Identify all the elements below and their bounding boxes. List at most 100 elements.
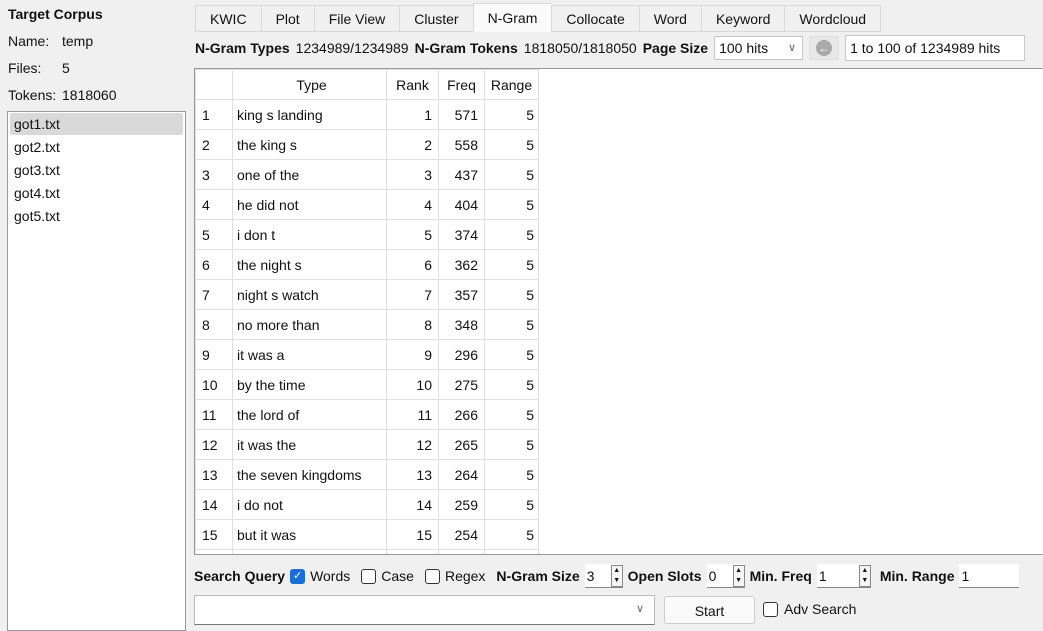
min-range-label: Min. Range: [879, 568, 955, 584]
row-index: 5: [195, 219, 233, 250]
freq-cell: 266: [438, 399, 485, 430]
file-item[interactable]: got1.txt: [10, 113, 183, 135]
search-options-bar: Search Query ✓ Words Case Regex N-Gram S…: [194, 564, 1020, 588]
type-cell: no more than: [232, 309, 387, 340]
rank-cell: 14: [386, 489, 439, 520]
type-cell: king s landing: [232, 99, 387, 130]
spinner-arrows-icon[interactable]: ▲ ▼: [610, 565, 623, 587]
row-index: 9: [195, 339, 233, 370]
freq-cell: 348: [438, 309, 485, 340]
range-cell: 5: [484, 219, 539, 250]
table-row[interactable]: 13 the seven kingdoms 13 264 5: [195, 459, 539, 490]
table-row[interactable]: 7 night s watch 7 357 5: [195, 279, 539, 310]
rank-cell: 5: [386, 219, 439, 250]
ngram-size-label: N-Gram Size: [496, 568, 580, 584]
range-cell: 5: [484, 519, 539, 550]
header-freq[interactable]: Freq: [438, 69, 485, 100]
row-index: 15: [195, 519, 233, 550]
file-list[interactable]: got1.txt got2.txt got3.txt got4.txt got5…: [7, 111, 186, 631]
min-freq-spinner[interactable]: 1 ▲ ▼: [816, 564, 871, 588]
case-checkbox[interactable]: [361, 568, 377, 584]
search-query-input[interactable]: ∨: [194, 595, 655, 625]
tab-file-view[interactable]: File View: [313, 5, 400, 32]
row-index: 8: [195, 309, 233, 340]
freq-cell: 275: [438, 369, 485, 400]
freq-cell: 437: [438, 159, 485, 190]
table-row[interactable]: 10 by the time 10 275 5: [195, 369, 539, 400]
range-cell: 5: [484, 249, 539, 280]
row-index: 12: [195, 429, 233, 460]
header-range[interactable]: Range: [484, 69, 539, 100]
table-row[interactable]: 15 but it was 15 254 5: [195, 519, 539, 550]
spinner-arrows-icon[interactable]: ▲ ▼: [732, 565, 745, 587]
file-item[interactable]: got4.txt: [10, 182, 183, 204]
table-row[interactable]: 3 one of the 3 437 5: [195, 159, 539, 190]
tab-kwic[interactable]: KWIC: [195, 5, 261, 32]
file-item[interactable]: got2.txt: [10, 136, 183, 158]
range-cell: 5: [484, 339, 539, 370]
tab-collocate[interactable]: Collocate: [551, 5, 639, 32]
table-row[interactable]: 1 king s landing 1 571 5: [195, 99, 539, 130]
table-row[interactable]: 4 he did not 4 404 5: [195, 189, 539, 220]
rank-cell: 10: [386, 369, 439, 400]
arrow-left-icon: ←: [816, 40, 833, 56]
file-item[interactable]: got3.txt: [10, 159, 183, 181]
page-size-label: Page Size: [642, 40, 709, 56]
type-cell: i don t: [232, 219, 387, 250]
empty-cell: [232, 549, 387, 554]
row-index: 1: [195, 99, 233, 130]
row-index: 14: [195, 489, 233, 520]
freq-cell: 357: [438, 279, 485, 310]
regex-checkbox[interactable]: [424, 568, 440, 584]
adv-search-checkbox[interactable]: [763, 601, 778, 617]
adv-search-option: Adv Search: [763, 601, 856, 617]
info-bar: N-Gram Types 1234989/1234989 N-Gram Toke…: [195, 35, 1026, 61]
range-cell: 5: [484, 369, 539, 400]
header-type[interactable]: Type: [232, 69, 387, 100]
start-button[interactable]: Start: [664, 596, 755, 624]
empty-cell: [195, 549, 233, 554]
tab-plot[interactable]: Plot: [260, 5, 314, 32]
table-row[interactable]: 6 the night s 6 362 5: [195, 249, 539, 280]
table-row[interactable]: 5i don t 5 374 5: [195, 219, 539, 250]
rank-cell: 12: [386, 429, 439, 460]
file-item[interactable]: got5.txt: [10, 205, 183, 227]
header-index[interactable]: [195, 69, 233, 100]
ngram-size-spinner[interactable]: 3 ▲ ▼: [584, 564, 623, 588]
min-range-spinner[interactable]: 1: [959, 564, 1020, 588]
range-cell: 5: [484, 489, 539, 520]
case-label: Case: [381, 568, 414, 584]
min-freq-value: 1: [818, 567, 827, 584]
adv-search-label: Adv Search: [784, 601, 857, 617]
page-size-select[interactable]: 100 hits ∨: [714, 36, 804, 60]
previous-page-button[interactable]: ←: [809, 36, 840, 60]
table-row[interactable]: 8 no more than 8 348 5: [195, 309, 539, 340]
page-range-field[interactable]: 1 to 100 of 1234989 hits: [845, 35, 1026, 61]
spinner-arrows-icon[interactable]: ▲ ▼: [858, 565, 871, 587]
min-freq-label: Min. Freq: [749, 568, 812, 584]
row-index: 10: [195, 369, 233, 400]
tab-cluster[interactable]: Cluster: [399, 5, 473, 32]
ngram-results-table[interactable]: Type Rank Freq Range 1 king s landing 1 571…: [194, 68, 1043, 555]
open-slots-spinner[interactable]: 0 ▲ ▼: [706, 564, 745, 588]
freq-cell: 265: [438, 429, 485, 460]
rank-cell: 1: [386, 99, 439, 130]
tab-keyword[interactable]: Keyword: [700, 5, 785, 32]
tab-wordcloud[interactable]: Wordcloud: [784, 5, 882, 32]
table-row[interactable]: 11 the lord of 11 266 5: [195, 399, 539, 430]
table-row[interactable]: 12 it was the 12 265 5: [195, 429, 539, 460]
table-row[interactable]: 14 i do not 14 259 5: [195, 489, 539, 520]
row-index: 6: [195, 249, 233, 280]
table-row[interactable]: 2 the king s 2 558 5: [195, 129, 539, 160]
tab-n-gram[interactable]: N-Gram: [472, 3, 552, 32]
table-row[interactable]: 9 it was a 9 296 5: [195, 339, 539, 370]
freq-cell: 362: [438, 249, 485, 280]
words-checkbox[interactable]: ✓: [290, 568, 306, 584]
range-cell: 5: [484, 159, 539, 190]
min-range-value: 1: [961, 567, 970, 584]
header-rank[interactable]: Rank: [386, 69, 439, 100]
chevron-down-icon[interactable]: ∨: [636, 602, 644, 615]
tokens-label: Tokens:: [8, 87, 57, 103]
tab-word[interactable]: Word: [638, 5, 701, 32]
tab-bar: KWIC Plot File View Cluster N-Gram Collo…: [195, 3, 882, 32]
